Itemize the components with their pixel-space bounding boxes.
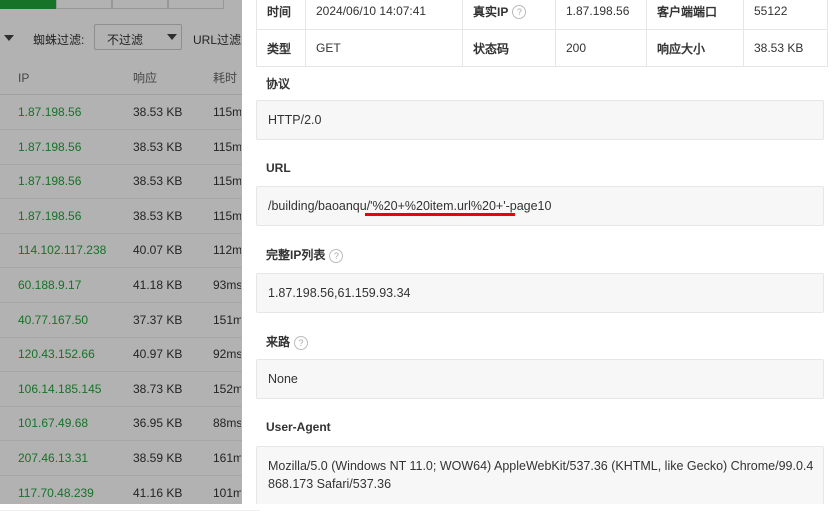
protocol-box: HTTP/2.0 xyxy=(256,100,824,140)
red-underline-annotation xyxy=(365,213,515,216)
user-agent-value: Mozilla/5.0 (Windows NT 11.0; WOW64) App… xyxy=(268,459,814,491)
real-ip-label: 真实IP xyxy=(473,4,509,19)
real-ip-value: 1.87.198.56 xyxy=(555,0,647,30)
user-agent-box: Mozilla/5.0 (Windows NT 11.0; WOW64) App… xyxy=(256,446,824,504)
protocol-title: 协议 xyxy=(266,77,291,91)
status-label: 状态码 xyxy=(462,29,556,67)
type-label: 类型 xyxy=(256,29,306,67)
ip-list-title-row: 完整IP列表? xyxy=(266,246,344,263)
ip-list-title: 完整IP列表 xyxy=(266,248,326,262)
request-info-table: 时间 2024/06/10 14:07:41 真实IP? 1.87.198.56… xyxy=(256,0,828,67)
url-box: /building/baoanqu/'%20+%20item.url%20+'-… xyxy=(256,186,824,226)
help-icon[interactable]: ? xyxy=(294,335,309,350)
referer-title: 来路 xyxy=(266,335,291,349)
ip-list-value: 1.87.198.56,61.159.93.34 xyxy=(268,286,411,300)
real-ip-label-cell: 真实IP? xyxy=(462,0,556,30)
referer-box: None xyxy=(256,359,824,399)
referer-title-row: 来路? xyxy=(266,333,309,350)
help-icon[interactable]: ? xyxy=(512,5,527,20)
url-value: /building/baoanqu/'%20+%20item.url%20+'-… xyxy=(268,199,552,213)
info-row: 时间 2024/06/10 14:07:41 真实IP? 1.87.198.56… xyxy=(256,0,828,30)
time-label: 时间 xyxy=(256,0,306,30)
client-port-value: 55122 xyxy=(743,0,828,30)
client-port-label: 客户端端口 xyxy=(646,0,744,30)
url-title: URL xyxy=(266,161,291,175)
referer-value: None xyxy=(268,372,298,386)
info-row: 类型 GET 状态码 200 响应大小 38.53 KB xyxy=(256,29,828,67)
request-detail-drawer: 时间 2024/06/10 14:07:41 真实IP? 1.87.198.56… xyxy=(242,0,834,504)
protocol-value: HTTP/2.0 xyxy=(268,113,322,127)
type-value: GET xyxy=(305,29,463,67)
time-value: 2024/06/10 14:07:41 xyxy=(305,0,463,30)
resp-size-label: 响应大小 xyxy=(646,29,744,67)
ip-list-box: 1.87.198.56,61.159.93.34 xyxy=(256,273,824,313)
user-agent-title: User-Agent xyxy=(266,420,331,434)
help-icon[interactable]: ? xyxy=(329,248,344,263)
status-value: 200 xyxy=(555,29,647,67)
resp-size-value: 38.53 KB xyxy=(743,29,828,67)
